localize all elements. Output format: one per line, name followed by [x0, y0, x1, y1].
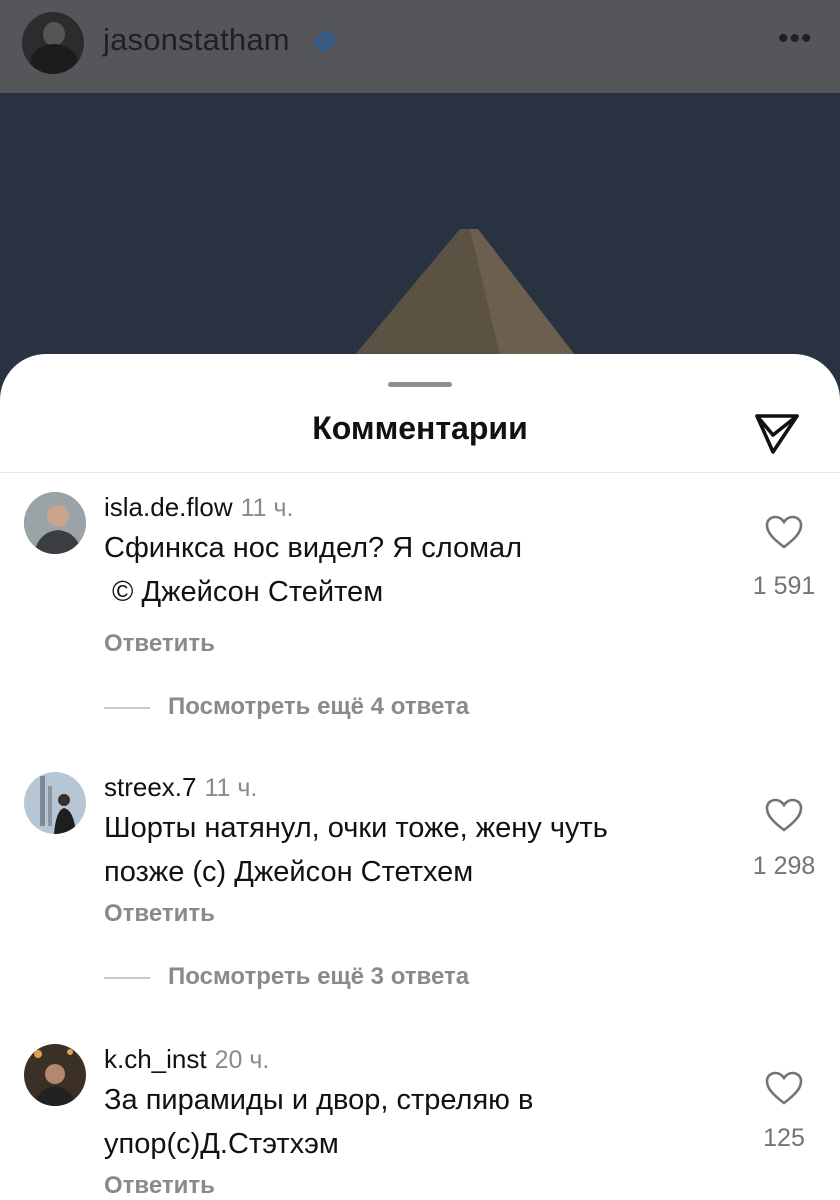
profile-avatar[interactable] — [22, 12, 84, 74]
comment-text: Шорты натянул, очки тоже, жену чуть позж… — [104, 812, 608, 888]
comment-avatar[interactable] — [24, 1044, 86, 1106]
comments-sheet: Комментарии isla.de.flow 11 ч. Сфинкса но… — [0, 354, 840, 1200]
like-heart-icon[interactable] — [764, 1070, 804, 1106]
comment-text: За пирамиды и двор, стреляю в упор(с)Д.С… — [104, 1084, 534, 1160]
sheet-grabber[interactable] — [388, 382, 452, 387]
sheet-divider — [0, 472, 840, 473]
comment-time: 11 ч. — [240, 494, 294, 522]
reply-button[interactable]: Ответить — [104, 1172, 215, 1200]
like-count: 1 298 — [752, 852, 816, 880]
comment-avatar[interactable] — [24, 772, 86, 834]
sheet-title: Комментарии — [312, 410, 528, 446]
like-count: 125 — [763, 1124, 805, 1152]
reply-button[interactable]: Ответить — [104, 900, 215, 928]
share-icon[interactable] — [752, 408, 802, 458]
comment-text: Сфинкса нос видел? Я сломал © Джейсон Ст… — [104, 532, 523, 608]
verified-badge-icon — [315, 30, 335, 52]
more-options-icon[interactable]: ••• — [778, 24, 813, 54]
comment-username[interactable]: isla.de.flow 11 ч. — [104, 492, 294, 523]
reply-button[interactable]: Ответить — [104, 630, 215, 658]
profile-username[interactable]: jasonstatham — [103, 22, 290, 58]
like-count: 1 591 — [752, 572, 816, 600]
like-heart-icon[interactable] — [764, 514, 804, 550]
comment-avatar[interactable] — [24, 492, 86, 554]
comment-time: 20 ч. — [214, 1046, 270, 1074]
comment-time: 11 ч. — [204, 774, 258, 802]
like-heart-icon[interactable] — [764, 797, 804, 833]
comment-username[interactable]: streex.7 11 ч. — [104, 772, 257, 803]
comment-username[interactable]: k.ch_inst 20 ч. — [104, 1044, 269, 1075]
post-header: jasonstatham ••• — [0, 0, 840, 93]
